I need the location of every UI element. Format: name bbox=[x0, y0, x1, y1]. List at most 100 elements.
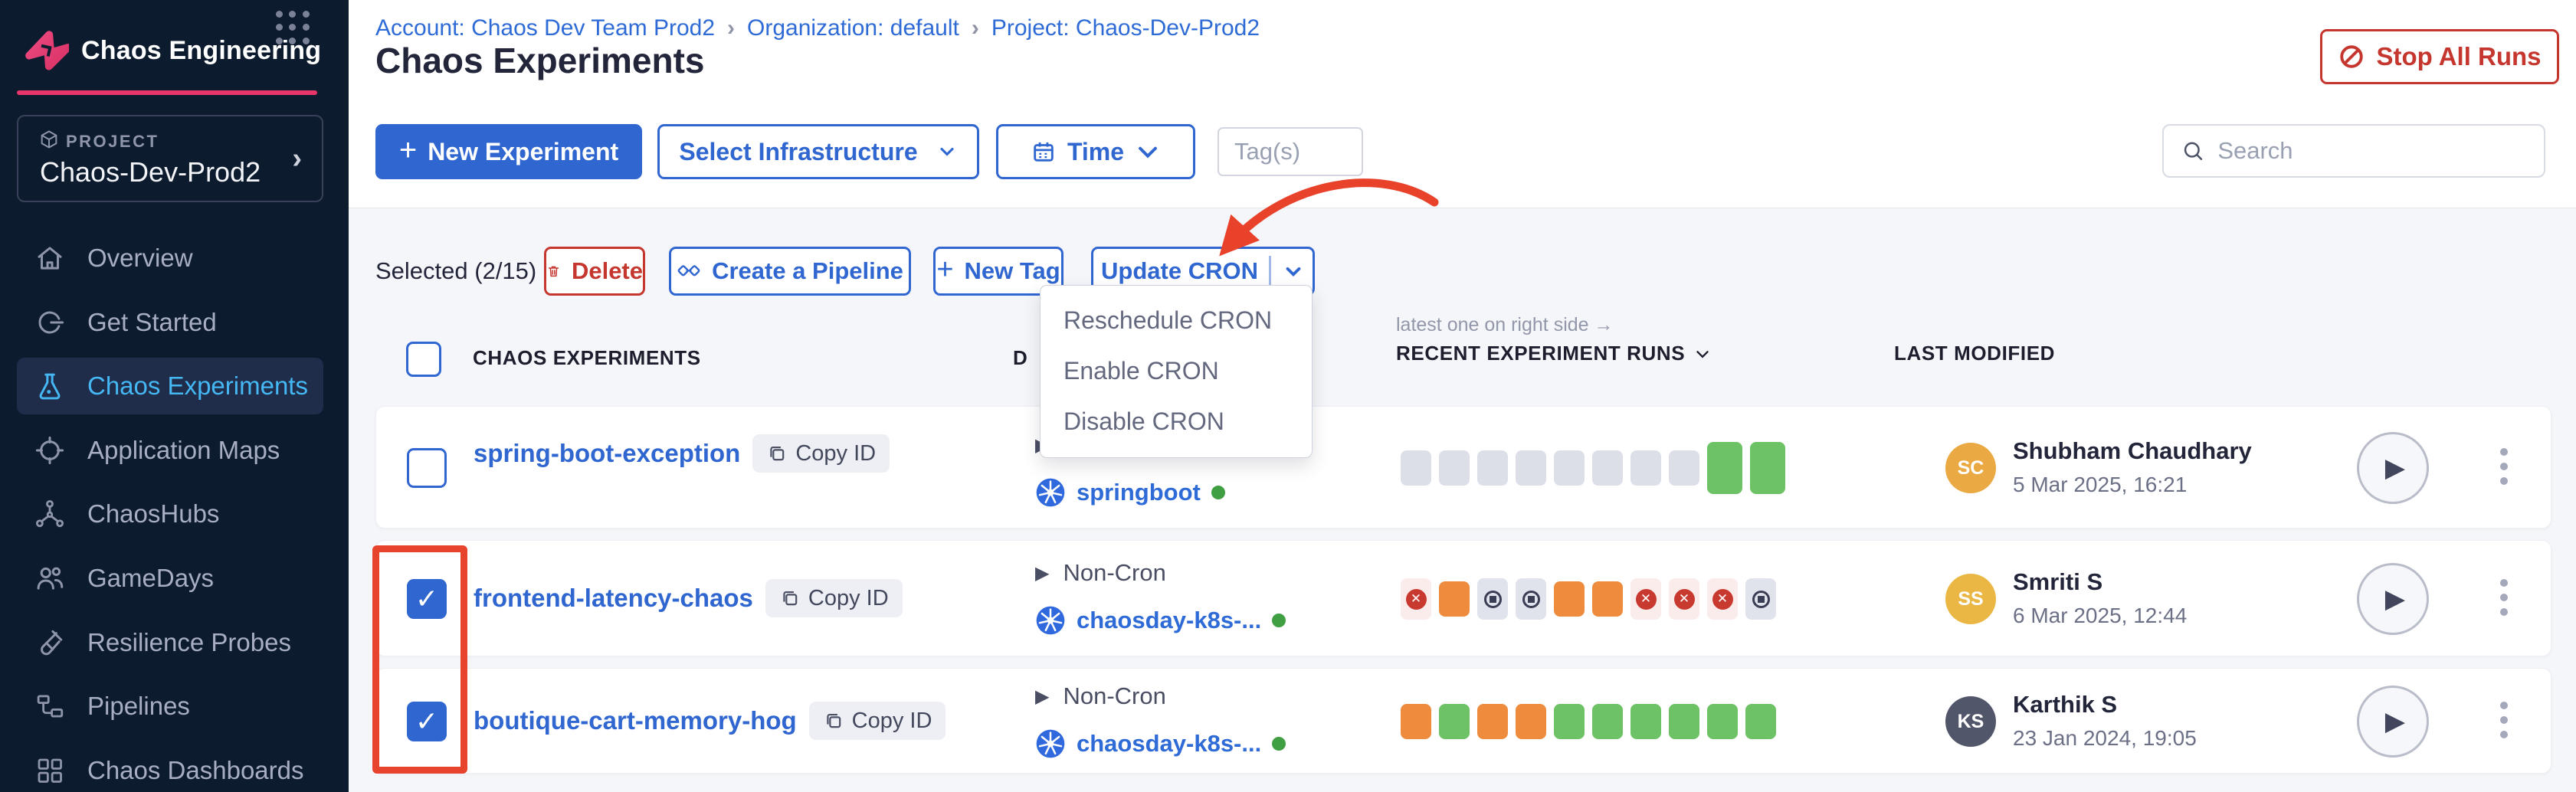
home-icon bbox=[34, 242, 66, 274]
pipeline-icon bbox=[34, 690, 66, 722]
stop-all-runs-button[interactable]: Stop All Runs bbox=[2320, 29, 2559, 84]
run-experiment-button[interactable]: ▶ bbox=[2357, 686, 2429, 758]
run-status-orange[interactable] bbox=[1401, 704, 1431, 739]
play-icon: ▶ bbox=[2385, 584, 2405, 614]
run-status-green-lg[interactable] bbox=[1750, 442, 1785, 494]
run-status-green[interactable] bbox=[1669, 704, 1699, 739]
project-selector[interactable]: PROJECT Chaos-Dev-Prod2 › bbox=[17, 115, 323, 202]
copy-id-button[interactable]: Copy ID bbox=[809, 702, 946, 740]
sidebar-item-chaoshubs[interactable]: ChaosHubs bbox=[17, 486, 323, 542]
row-checkbox[interactable] bbox=[407, 448, 447, 488]
menu-item-enable-cron[interactable]: Enable CRON bbox=[1041, 345, 1312, 396]
menu-item-reschedule-cron[interactable]: Reschedule CRON bbox=[1041, 295, 1312, 345]
run-status-orange[interactable] bbox=[1439, 581, 1470, 617]
tags-input-field[interactable] bbox=[1234, 138, 1362, 165]
column-header-recent-runs[interactable]: RECENT EXPERIMENT RUNS bbox=[1396, 342, 1712, 365]
sidebar: Chaos Engineering PROJECT Chaos-Dev-Prod… bbox=[0, 0, 349, 792]
breadcrumb-org-link[interactable]: Organization: default bbox=[747, 15, 959, 41]
failed-run-icon: ✕ bbox=[1636, 589, 1657, 610]
stop-icon bbox=[2338, 43, 2365, 70]
expand-caret-icon[interactable]: ▶ bbox=[1035, 686, 1049, 708]
experiment-name-link[interactable]: boutique-cart-memory-hog bbox=[474, 706, 797, 735]
run-experiment-button[interactable]: ▶ bbox=[2357, 563, 2429, 635]
run-status-gray[interactable] bbox=[1516, 450, 1546, 486]
run-status-failed[interactable]: ✕ bbox=[1630, 578, 1661, 620]
run-status-green-lg[interactable] bbox=[1707, 442, 1742, 494]
run-status-gray[interactable] bbox=[1477, 450, 1508, 486]
sidebar-item-gamedays[interactable]: GameDays bbox=[17, 550, 323, 607]
run-status-green[interactable] bbox=[1554, 704, 1585, 739]
run-experiment-button[interactable]: ▶ bbox=[2357, 432, 2429, 504]
sidebar-item-pipelines[interactable]: Pipelines bbox=[17, 678, 323, 735]
sidebar-item-chaos-dashboards[interactable]: Chaos Dashboards bbox=[17, 742, 323, 792]
run-status-green[interactable] bbox=[1745, 704, 1776, 739]
select-infrastructure-dropdown[interactable]: Select Infrastructure bbox=[657, 124, 979, 179]
row-menu-button[interactable] bbox=[2496, 574, 2512, 620]
sidebar-item-overview[interactable]: Overview bbox=[17, 230, 323, 286]
project-label: PROJECT bbox=[66, 132, 159, 152]
time-filter-dropdown[interactable]: Time bbox=[996, 124, 1195, 179]
infrastructure-link[interactable]: chaosday-k8s-... bbox=[1077, 730, 1261, 758]
run-status-green[interactable] bbox=[1630, 704, 1661, 739]
breadcrumb-project-link[interactable]: Project: Chaos-Dev-Prod2 bbox=[991, 15, 1260, 41]
select-all-checkbox[interactable] bbox=[406, 342, 441, 377]
experiment-name-link[interactable]: frontend-latency-chaos bbox=[474, 584, 753, 613]
experiment-name-link[interactable]: spring-boot-exception bbox=[474, 439, 740, 468]
search-input-field[interactable] bbox=[2217, 137, 2544, 165]
run-status-failed[interactable]: ✕ bbox=[1401, 578, 1431, 620]
app-switcher-icon[interactable] bbox=[276, 11, 311, 46]
column-header-experiments[interactable]: CHAOS EXPERIMENTS bbox=[473, 346, 701, 370]
run-status-gray[interactable] bbox=[1401, 450, 1431, 486]
run-status-failed[interactable]: ✕ bbox=[1669, 578, 1699, 620]
run-status-green[interactable] bbox=[1439, 704, 1470, 739]
run-status-gray[interactable] bbox=[1669, 450, 1699, 486]
run-status-green[interactable] bbox=[1707, 704, 1738, 739]
search-input[interactable] bbox=[2162, 124, 2545, 178]
sidebar-item-get-started[interactable]: Get Started bbox=[17, 294, 323, 351]
project-name: Chaos-Dev-Prod2 bbox=[40, 156, 261, 188]
run-status-stopped[interactable] bbox=[1516, 578, 1546, 620]
row-checkbox[interactable] bbox=[407, 702, 447, 741]
menu-item-disable-cron[interactable]: Disable CRON bbox=[1041, 396, 1312, 447]
row-menu-button[interactable] bbox=[2496, 697, 2512, 743]
run-status-stopped[interactable] bbox=[1745, 578, 1776, 620]
create-pipeline-label: Create a Pipeline bbox=[712, 257, 903, 285]
sidebar-item-resilience-probes[interactable]: Resilience Probes bbox=[17, 614, 323, 671]
run-status-green[interactable] bbox=[1592, 704, 1623, 739]
crosshair-icon bbox=[34, 434, 66, 466]
row-checkbox[interactable] bbox=[407, 579, 447, 619]
chaos-experiments-page: Chaos Engineering PROJECT Chaos-Dev-Prod… bbox=[0, 0, 2576, 792]
copy-id-button[interactable]: Copy ID bbox=[752, 434, 890, 473]
infrastructure-link[interactable]: chaosday-k8s-... bbox=[1077, 607, 1261, 634]
create-pipeline-button[interactable]: Create a Pipeline bbox=[669, 247, 911, 296]
new-experiment-button[interactable]: + New Experiment bbox=[375, 124, 642, 179]
run-status-orange[interactable] bbox=[1554, 581, 1585, 617]
chevron-down-icon bbox=[936, 141, 958, 162]
new-experiment-label: New Experiment bbox=[428, 138, 618, 166]
infrastructure-link[interactable]: springboot bbox=[1077, 479, 1201, 506]
harness-logo-icon bbox=[21, 28, 69, 74]
run-status-orange[interactable] bbox=[1477, 704, 1508, 739]
run-status-gray[interactable] bbox=[1439, 450, 1470, 486]
schedule-type[interactable]: ▶ Non-Cron bbox=[1035, 682, 1166, 710]
run-status-gray[interactable] bbox=[1630, 450, 1661, 486]
run-status-gray[interactable] bbox=[1554, 450, 1585, 486]
run-status-orange[interactable] bbox=[1516, 704, 1546, 739]
run-status-gray[interactable] bbox=[1592, 450, 1623, 486]
recent-runs-strip bbox=[1401, 669, 1776, 774]
sidebar-item-label: Chaos Dashboards bbox=[87, 756, 304, 785]
copy-id-button[interactable]: Copy ID bbox=[765, 579, 903, 617]
sidebar-item-application-maps[interactable]: Application Maps bbox=[17, 422, 323, 479]
chevron-down-icon[interactable] bbox=[1282, 260, 1305, 283]
sidebar-item-chaos-experiments[interactable]: Chaos Experiments bbox=[17, 358, 323, 414]
run-status-orange[interactable] bbox=[1592, 581, 1623, 617]
breadcrumb-account-link[interactable]: Account: Chaos Dev Team Prod2 bbox=[375, 15, 715, 41]
expand-caret-icon[interactable]: ▶ bbox=[1035, 562, 1049, 584]
row-menu-button[interactable] bbox=[2496, 443, 2512, 489]
tags-filter-input[interactable] bbox=[1218, 127, 1363, 176]
delete-button[interactable]: Delete bbox=[544, 247, 645, 296]
schedule-type[interactable]: ▶ Non-Cron bbox=[1035, 559, 1166, 587]
run-status-failed[interactable]: ✕ bbox=[1707, 578, 1738, 620]
select-infrastructure-label: Select Infrastructure bbox=[679, 138, 917, 166]
run-status-stopped[interactable] bbox=[1477, 578, 1508, 620]
